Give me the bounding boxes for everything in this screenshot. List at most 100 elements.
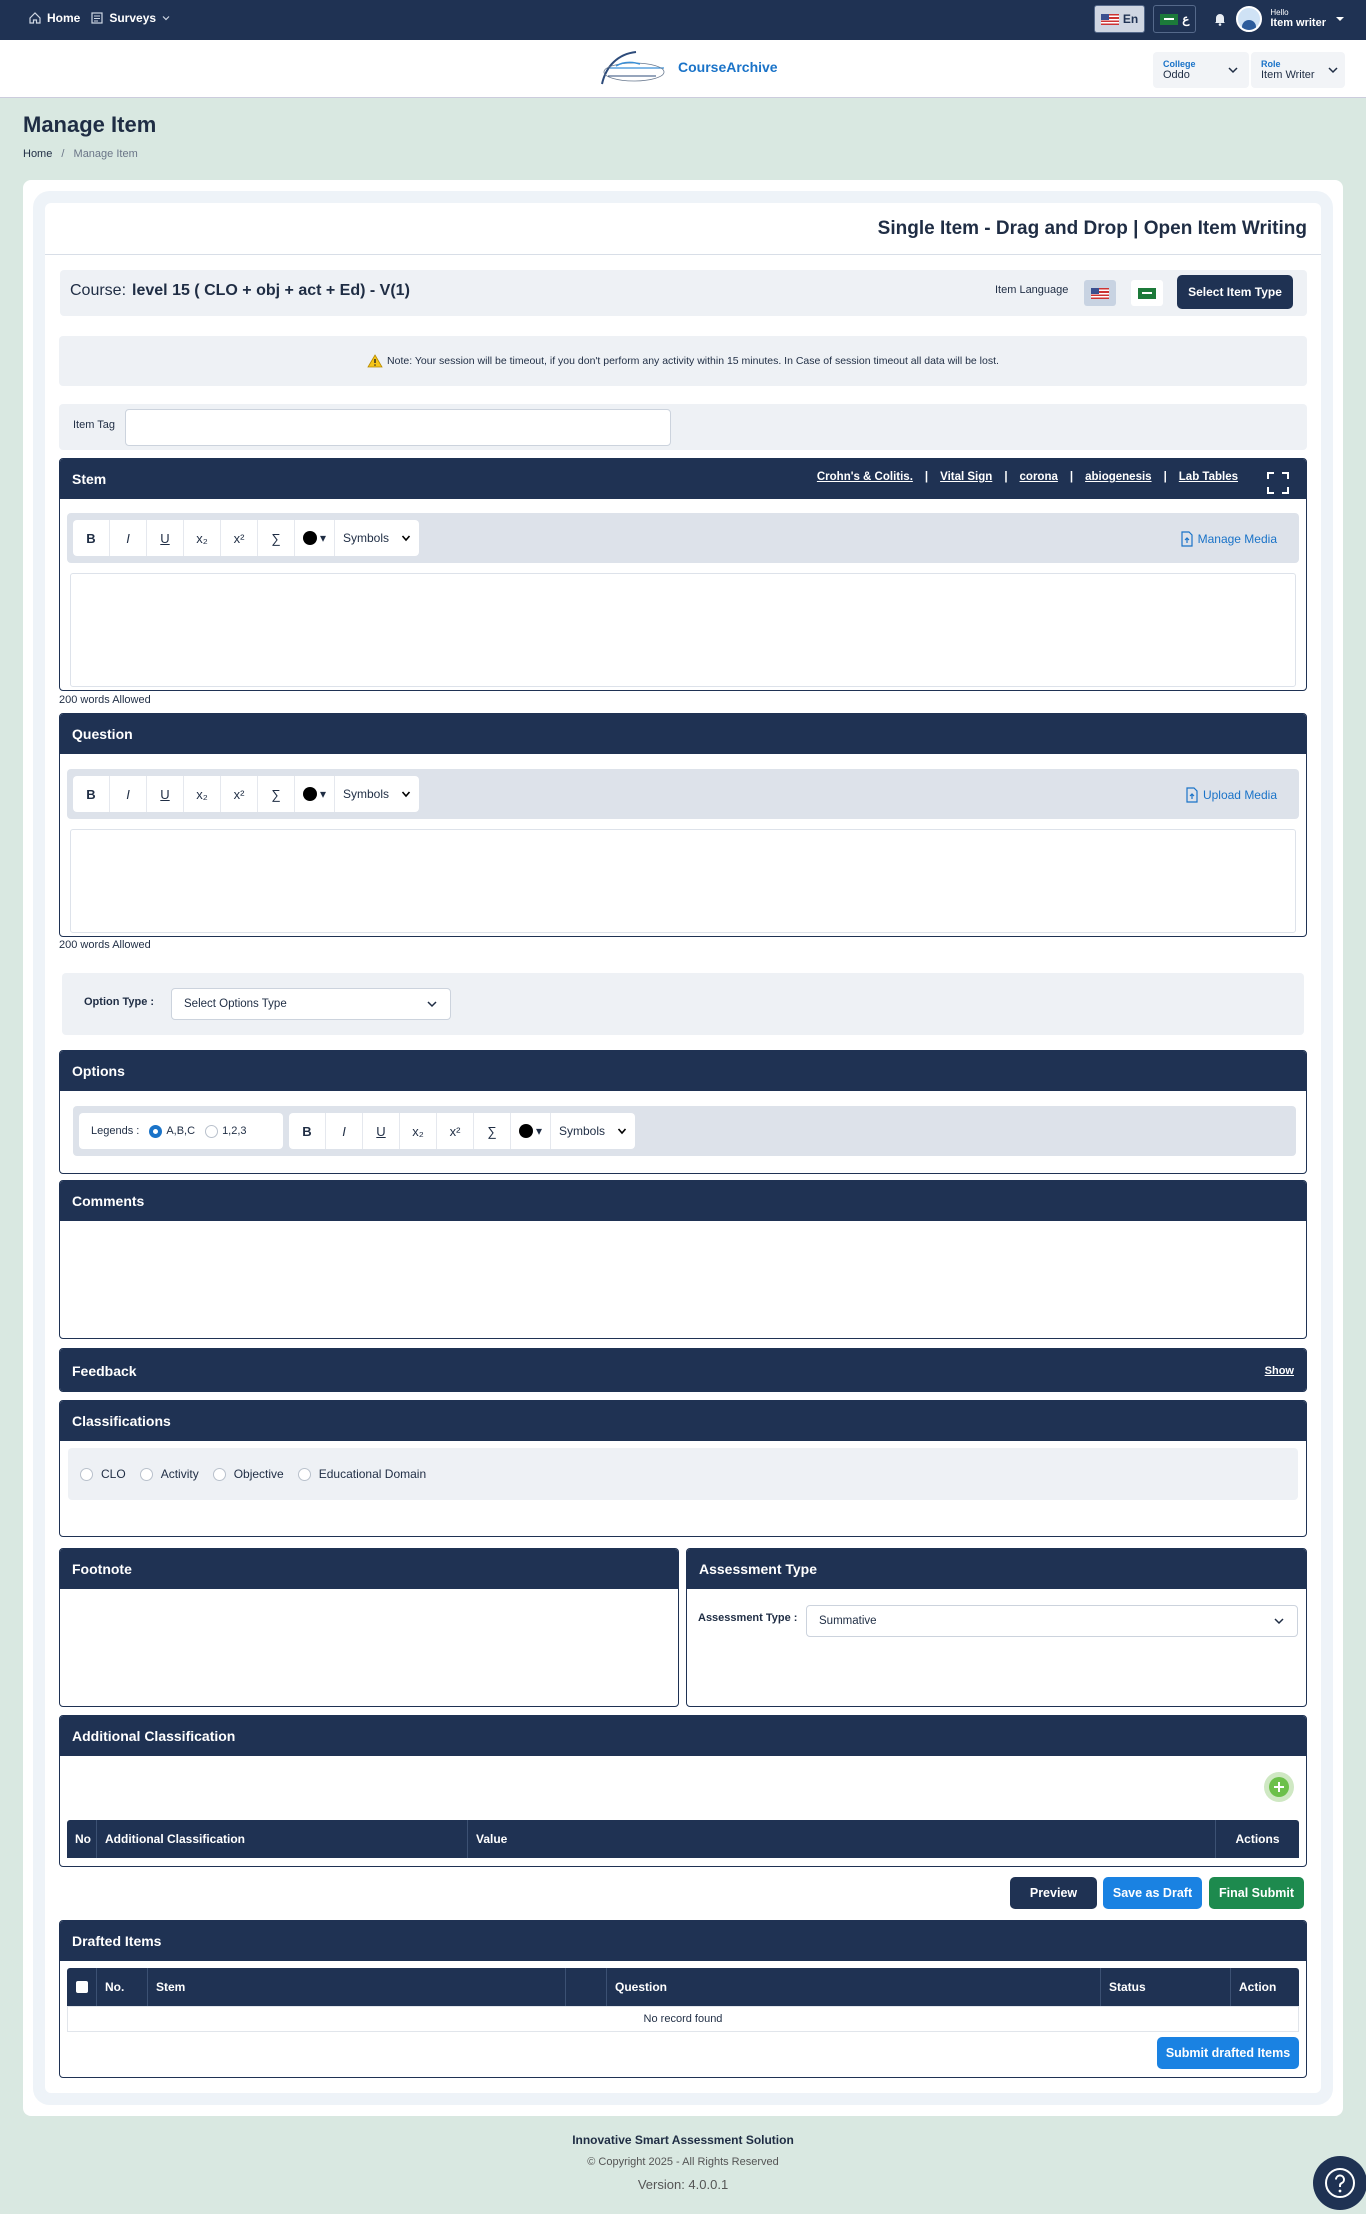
chevron-down-icon — [1227, 64, 1239, 76]
question-format-group: B I U x₂ x² ∑ ▾ Symbols — [73, 776, 420, 812]
select-item-type-button[interactable]: Select Item Type — [1177, 275, 1293, 309]
breadcrumb-sep: / — [61, 148, 65, 160]
feedback-show-link[interactable]: Show — [1265, 1365, 1294, 1377]
color-swatch-icon — [518, 1124, 533, 1138]
comments-header: Comments — [60, 1181, 1306, 1221]
italic-button[interactable]: I — [110, 776, 147, 812]
lang-ar-button[interactable]: ع — [1153, 5, 1197, 33]
classification-objective[interactable]: Objective — [212, 1467, 284, 1481]
stem-link-abiogenesis[interactable]: abiogenesis — [1085, 471, 1151, 495]
breadcrumb: Home / Manage Item — [23, 148, 138, 160]
underline-button[interactable]: U — [147, 520, 184, 556]
bold-button[interactable]: B — [73, 520, 110, 556]
footnote-header: Footnote — [60, 1549, 678, 1589]
options-toolbar: Legends : A,B,C 1,2,3 B I U x₂ x² ∑ ▾ Sy… — [73, 1106, 1296, 1156]
equation-button[interactable]: ∑ — [258, 776, 295, 812]
stem-editor[interactable] — [70, 573, 1296, 687]
course-info: Course: level 15 ( CLO + obj + act + Ed) … — [70, 282, 410, 300]
underline-button[interactable]: U — [363, 1113, 400, 1149]
role-selector[interactable]: Role Item Writer — [1251, 52, 1345, 88]
text-color-picker[interactable]: ▾ — [295, 776, 335, 812]
subscript-button[interactable]: x₂ — [184, 776, 221, 812]
manage-media-link[interactable]: Manage Media — [1180, 531, 1277, 547]
avatar[interactable] — [1236, 6, 1263, 32]
question-editor[interactable] — [70, 829, 1296, 933]
underline-button[interactable]: U — [147, 776, 184, 812]
fullscreen-icon[interactable] — [1266, 471, 1290, 495]
drafted-empty-row: No record found — [67, 2006, 1299, 2032]
bold-button[interactable]: B — [73, 776, 110, 812]
course-prefix: Course: — [70, 282, 127, 299]
column-header: Question — [607, 1968, 1101, 2006]
subscript-button[interactable]: x₂ — [400, 1113, 437, 1149]
italic-button[interactable]: I — [326, 1113, 363, 1149]
chevron-down-icon — [426, 998, 438, 1010]
stem-link-lab-tables[interactable]: Lab Tables — [1179, 471, 1238, 495]
classification-educational-domain[interactable]: Educational Domain — [297, 1467, 426, 1481]
symbols-select[interactable]: Symbols — [335, 520, 419, 556]
subscript-button[interactable]: x₂ — [184, 520, 221, 556]
legend-abc-radio[interactable]: A,B,C — [149, 1124, 195, 1138]
brand-logo-icon — [596, 46, 670, 88]
drafted-table-header: No. Stem Question Status Action — [67, 1968, 1299, 2006]
upload-media-link[interactable]: Upload Media — [1185, 787, 1277, 803]
text-color-picker[interactable]: ▾ — [295, 520, 335, 556]
equation-button[interactable]: ∑ — [258, 520, 295, 556]
save-draft-button[interactable]: Save as Draft — [1103, 1877, 1202, 1909]
breadcrumb-current: Manage Item — [73, 148, 138, 160]
breadcrumb-home[interactable]: Home — [23, 148, 52, 160]
us-flag-icon — [1091, 287, 1109, 299]
symbols-select[interactable]: Symbols — [335, 776, 419, 812]
footer-version: Version: 4.0.0.1 — [637, 2177, 729, 2192]
drafted-items-header: Drafted Items — [60, 1921, 1306, 1961]
lang-en-button[interactable]: En — [1093, 5, 1146, 33]
bold-button[interactable]: B — [289, 1113, 326, 1149]
item-lang-en-button[interactable] — [1084, 280, 1116, 306]
option-type-select[interactable]: Select Options Type — [171, 988, 451, 1020]
brand[interactable]: CourseArchive — [596, 46, 778, 88]
text-color-picker[interactable]: ▾ — [511, 1113, 551, 1149]
item-tag-input[interactable] — [125, 409, 671, 446]
stem-link-corona[interactable]: corona — [1020, 471, 1058, 495]
chevron-down-icon — [161, 13, 171, 23]
role-label: Role — [1261, 58, 1281, 69]
additional-classification-title: Additional Classification — [72, 1728, 236, 1744]
legend-123-radio[interactable]: 1,2,3 — [205, 1124, 247, 1138]
superscript-button[interactable]: x² — [437, 1113, 474, 1149]
classification-activity[interactable]: Activity — [139, 1467, 199, 1481]
college-selector[interactable]: College Oddo — [1153, 52, 1249, 88]
stem-link-vital-sign[interactable]: Vital Sign — [940, 471, 992, 495]
item-lang-ar-button[interactable] — [1131, 280, 1163, 306]
superscript-button[interactable]: x² — [221, 520, 258, 556]
bell-icon[interactable] — [1212, 11, 1228, 27]
nav-home[interactable]: Home — [28, 11, 80, 25]
help-button[interactable] — [1313, 2156, 1366, 2210]
file-upload-icon — [1180, 531, 1194, 547]
footnote-editor[interactable] — [60, 1589, 678, 1706]
radio-checked-icon — [149, 1124, 163, 1138]
select-all-checkbox[interactable] — [67, 1968, 97, 2006]
submit-drafted-button[interactable]: Submit drafted Items — [1157, 2037, 1299, 2069]
comments-editor[interactable] — [60, 1221, 1306, 1338]
legends-label: Legends : — [91, 1125, 140, 1137]
caret-down-icon[interactable] — [1334, 14, 1346, 24]
file-upload-icon — [1185, 787, 1199, 803]
italic-button[interactable]: I — [110, 520, 147, 556]
options-title: Options — [72, 1063, 125, 1079]
assessment-type-select[interactable]: Summative — [806, 1605, 1298, 1637]
nav-surveys[interactable]: Surveys — [90, 11, 171, 25]
superscript-button[interactable]: x² — [221, 776, 258, 812]
plus-circle-icon — [1268, 1776, 1290, 1798]
symbols-select[interactable]: Symbols — [551, 1113, 635, 1149]
classification-clo[interactable]: CLO — [80, 1467, 126, 1481]
preview-button[interactable]: Preview — [1010, 1877, 1097, 1909]
link-sep: | — [1069, 471, 1074, 483]
link-sep: | — [1004, 471, 1008, 483]
column-header: No — [67, 1820, 97, 1858]
final-submit-button[interactable]: Final Submit — [1209, 1877, 1304, 1909]
equation-button[interactable]: ∑ — [474, 1113, 511, 1149]
help-icon — [1324, 2167, 1356, 2199]
column-header: No. — [97, 1968, 148, 2006]
stem-link-crohns[interactable]: Crohn's & Colitis. — [817, 471, 913, 495]
add-classification-button[interactable] — [1264, 1772, 1294, 1802]
